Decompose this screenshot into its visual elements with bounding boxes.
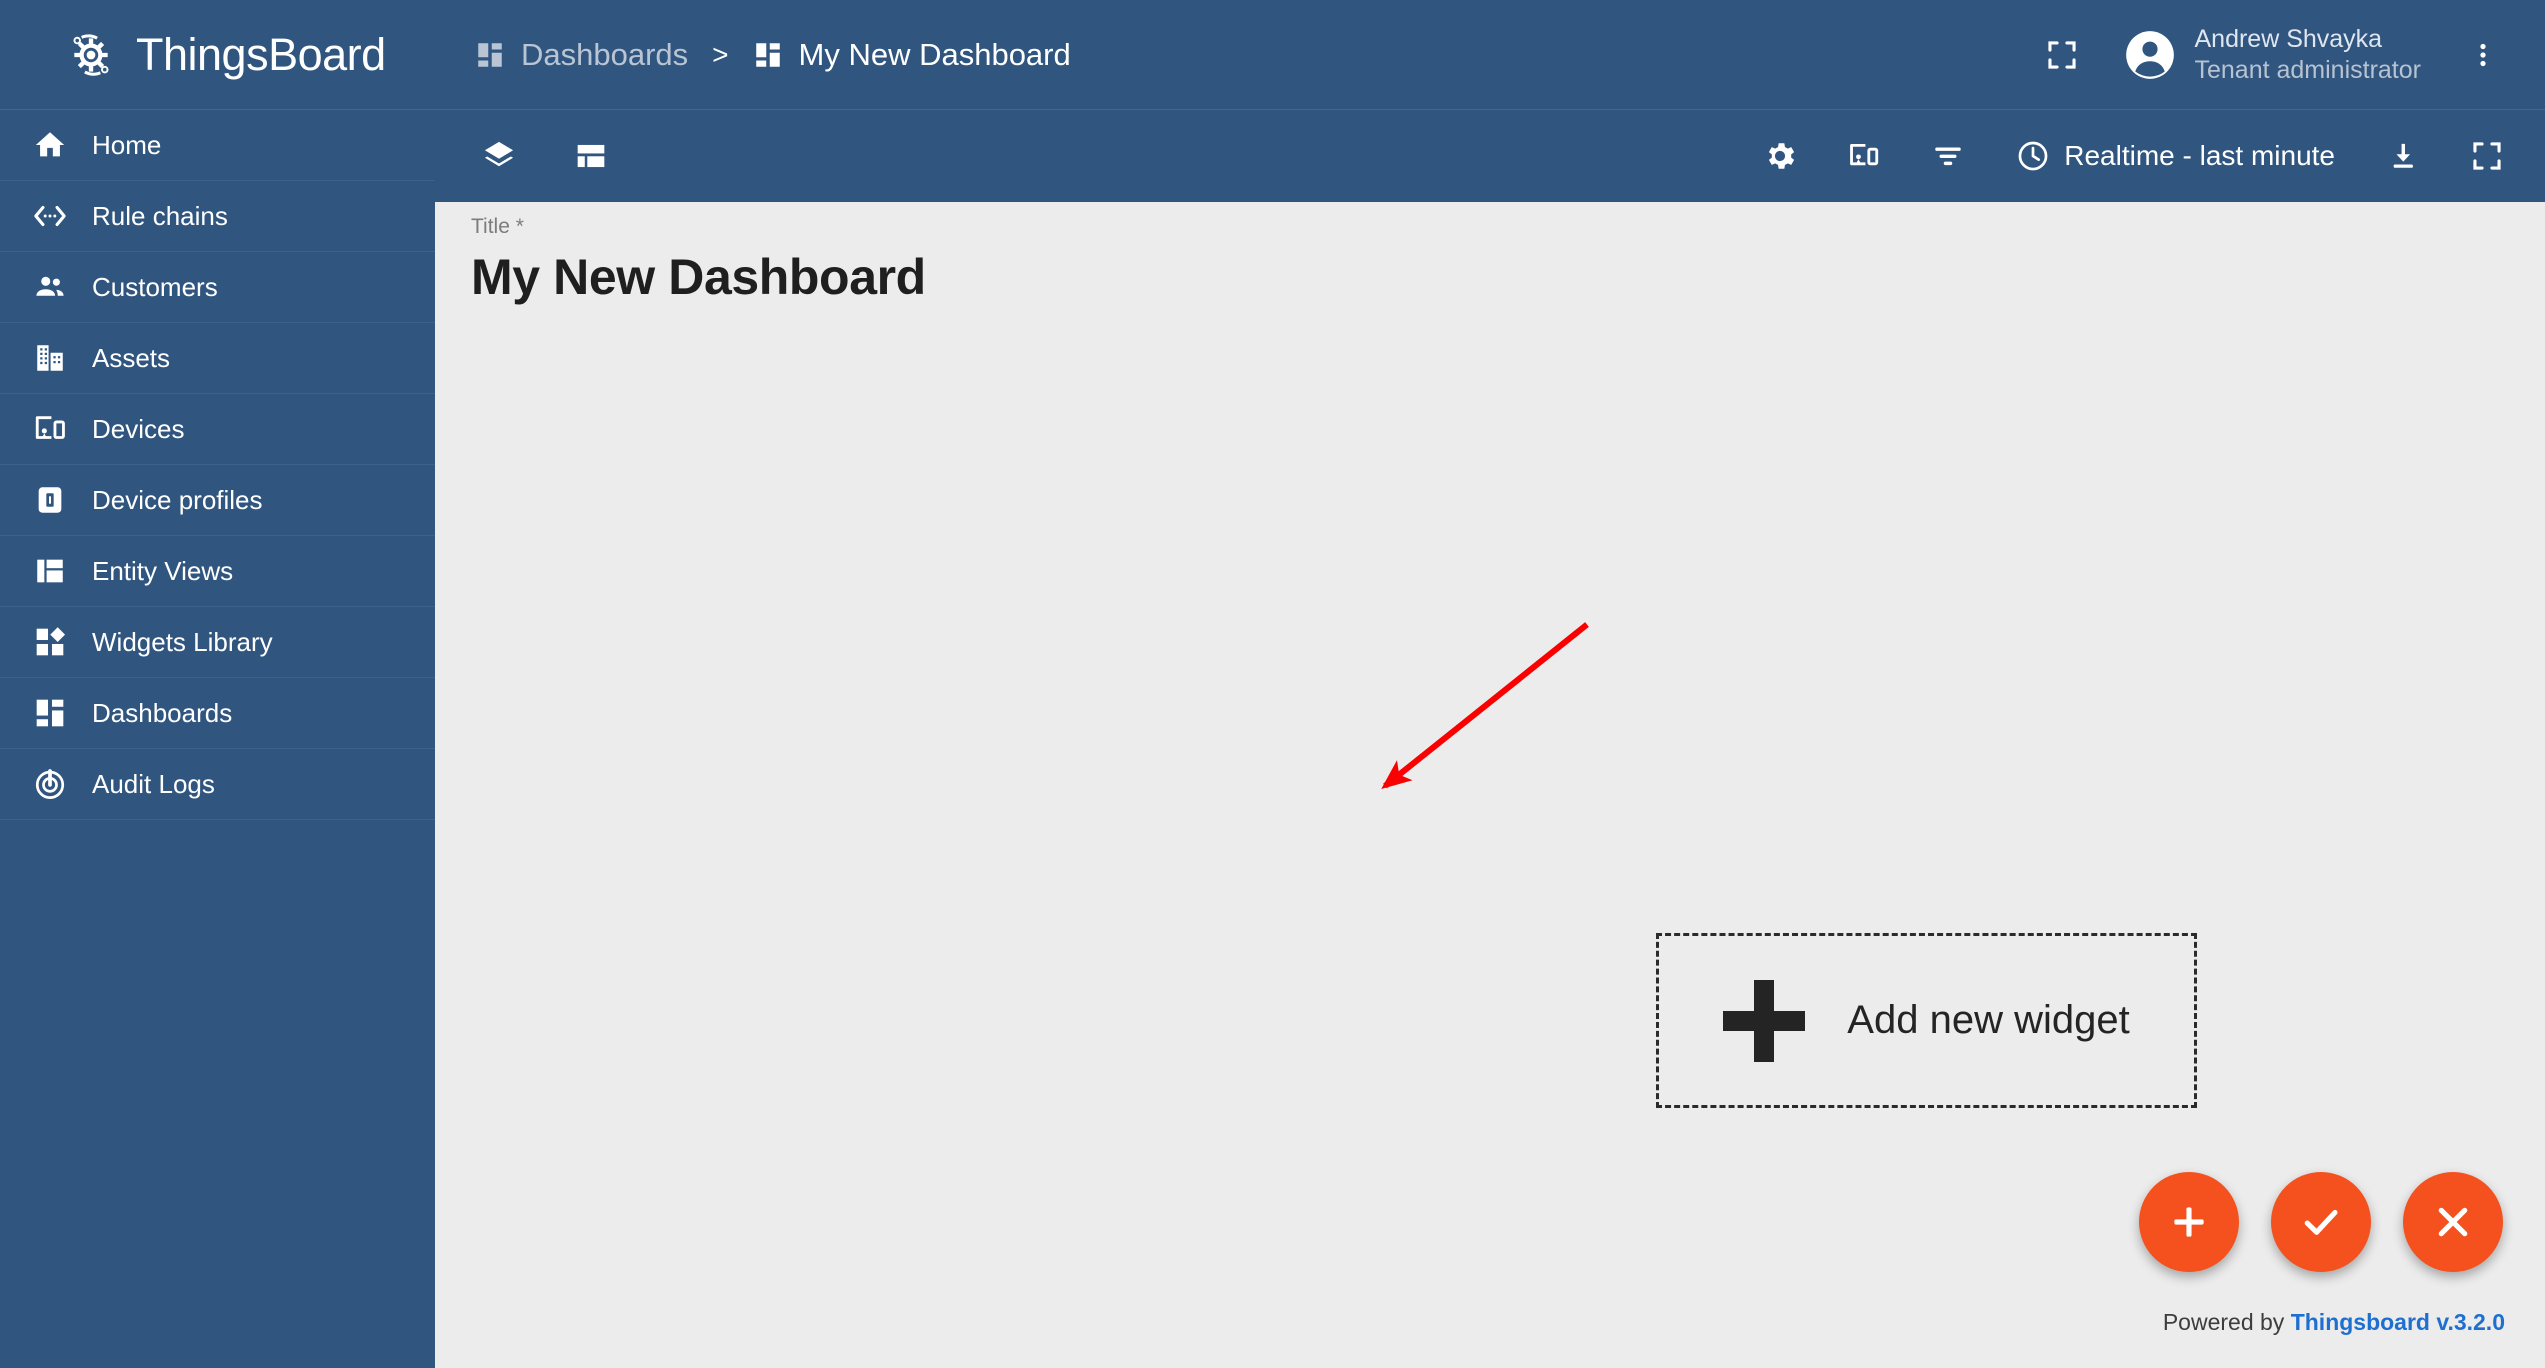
add-new-widget-button[interactable]: Add new widget [1656,933,2197,1108]
breadcrumb-label: My New Dashboard [798,36,1071,72]
breadcrumb-label: Dashboards [521,36,689,72]
dashboard-toolbar: Realtime - last minute [435,110,2545,202]
user-name: Andrew Shvayka [2194,24,2383,53]
fullscreen-icon[interactable] [2459,128,2515,184]
add-new-widget-label: Add new widget [1847,998,2130,1042]
user-avatar-icon [2124,29,2176,81]
dashboard-toolbar-right: Realtime - last minute [1752,128,2515,184]
user-menu[interactable]: Andrew Shvayka Tenant administrator [2116,20,2429,90]
sidebar-item-rule-chains[interactable]: Rule chains [0,181,435,252]
dashboards-icon [753,40,783,70]
main-column: Dashboards > My New Dashboard Andrew Shv… [435,0,2545,1368]
time-window-label: Realtime - last minute [2064,140,2335,171]
entity-views-icon [30,551,70,591]
dashboard-title-field[interactable]: Title * My New Dashboard [471,216,926,304]
widgets-library-icon [30,622,70,662]
sidebar-item-label: Audit Logs [92,768,215,799]
sidebar-item-label: Dashboards [92,697,233,728]
fullscreen-icon[interactable] [2034,27,2090,83]
settings-gear-icon[interactable] [1752,128,1808,184]
powered-by-footer: Powered by Thingsboard v.3.2.0 [2163,1309,2505,1336]
dashboard-title-input[interactable]: My New Dashboard [471,251,926,304]
dashboard-toolbar-left [471,128,619,184]
sidebar-item-label: Entity Views [92,555,234,586]
topbar: Dashboards > My New Dashboard Andrew Shv… [435,0,2545,110]
dashboard-content: Title * My New Dashboard Add new widget [435,202,2545,1368]
breadcrumb-item-my-new-dashboard[interactable]: My New Dashboard [753,37,1071,73]
sidebar-item-widgets-library[interactable]: Widgets Library [0,607,435,678]
breadcrumb-separator: > [712,38,729,70]
sidebar-item-home[interactable]: Home [0,110,435,181]
home-icon [30,125,70,165]
add-widget-fab[interactable] [2139,1172,2239,1272]
audit-logs-icon [30,764,70,804]
filters-icon[interactable] [1920,128,1976,184]
sidebar-item-label: Home [92,129,162,160]
powered-by-prefix: Powered by [2162,1309,2285,1335]
devices-icon [30,409,70,449]
customers-icon [30,267,70,307]
apply-changes-fab[interactable] [2271,1172,2371,1272]
topbar-actions: Andrew Shvayka Tenant administrator [2034,20,2511,90]
breadcrumb: Dashboards > My New Dashboard [475,37,1071,73]
download-icon[interactable] [2375,128,2431,184]
assets-icon [30,338,70,378]
floating-action-buttons [2139,1172,2503,1272]
thingsboard-app: ThingsBoard Home Rule chains Customers A… [0,0,2545,1368]
dashboard-layout-icon[interactable] [563,128,619,184]
more-vertical-icon[interactable] [2455,27,2511,83]
sidebar-item-audit-logs[interactable]: Audit Logs [0,749,435,820]
thingsboard-gear-logo-icon [62,26,120,84]
sidebar-item-label: Device profiles [92,484,263,515]
layers-icon[interactable] [471,128,527,184]
time-window-button[interactable]: Realtime - last minute [2004,131,2347,181]
sidebar-item-devices[interactable]: Devices [0,394,435,465]
manage-devices-icon[interactable] [1836,128,1892,184]
sidebar-item-label: Widgets Library [92,626,273,657]
thingsboard-version-link[interactable]: Thingsboard v.3.2.0 [2291,1309,2505,1335]
plus-icon [1723,979,1806,1062]
sidebar-item-customers[interactable]: Customers [0,252,435,323]
sidebar-item-label: Assets [92,342,171,373]
user-role: Tenant administrator [2194,55,2421,84]
clock-icon [2016,139,2050,173]
sidebar-item-dashboards[interactable]: Dashboards [0,678,435,749]
sidebar-item-device-profiles[interactable]: Device profiles [0,465,435,536]
sidebar: ThingsBoard Home Rule chains Customers A… [0,0,435,1368]
dashboard-title-label: Title * [471,215,524,238]
dashboards-icon [475,40,505,70]
sidebar-item-label: Rule chains [92,200,228,231]
user-info: Andrew Shvayka Tenant administrator [2194,24,2421,86]
sidebar-item-assets[interactable]: Assets [0,323,435,394]
brand-name: ThingsBoard [136,28,386,80]
dashboards-icon [30,693,70,733]
sidebar-menu: Home Rule chains Customers Assets Device… [0,110,435,820]
breadcrumb-item-dashboards[interactable]: Dashboards [475,37,688,73]
sidebar-item-label: Devices [92,413,185,444]
rule-chains-icon [30,196,70,236]
sidebar-item-entity-views[interactable]: Entity Views [0,536,435,607]
brand-logo[interactable]: ThingsBoard [0,0,435,110]
sidebar-item-label: Customers [92,271,218,302]
cancel-changes-fab[interactable] [2403,1172,2503,1272]
device-profiles-icon [30,480,70,520]
